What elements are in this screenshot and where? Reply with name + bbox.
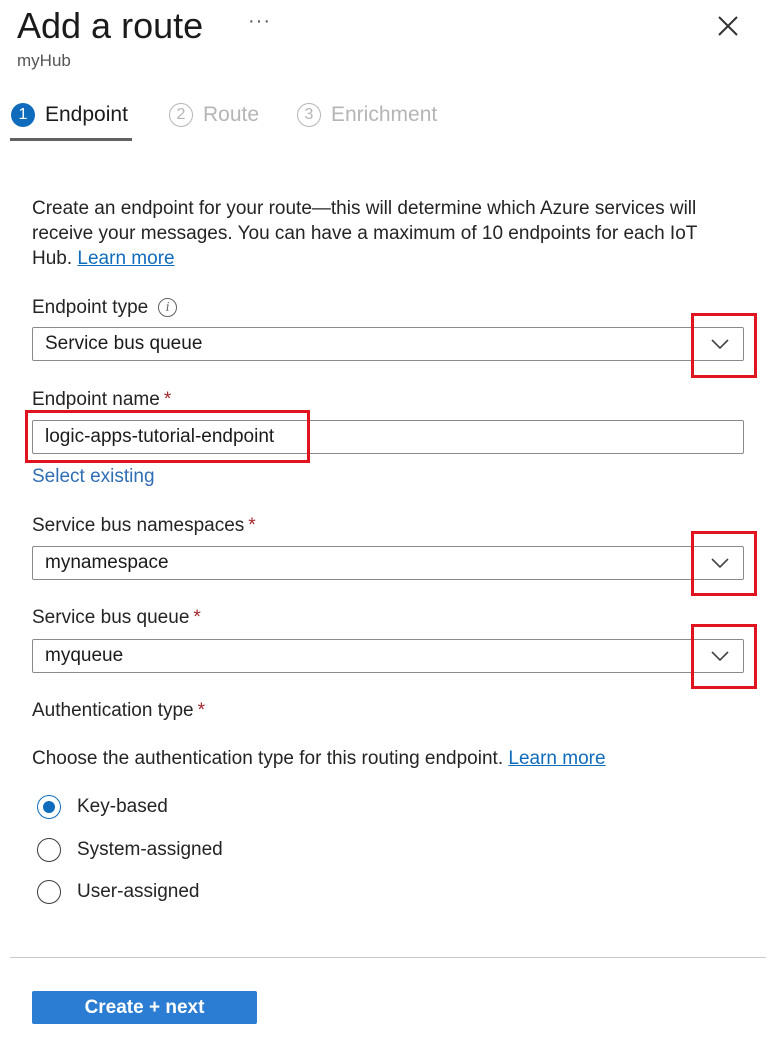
info-icon[interactable]: i	[158, 298, 178, 317]
intro-description: Create an endpoint for your route—this w…	[32, 196, 732, 271]
endpoint-type-value: Service bus queue	[45, 333, 203, 354]
radio-dot	[43, 801, 55, 813]
active-tab-indicator	[10, 138, 132, 141]
endpoint-type-label: Endpoint type i	[32, 297, 178, 319]
chevron-down-icon	[711, 651, 729, 662]
footer-divider	[10, 957, 766, 958]
radio-label: User-assigned	[77, 881, 200, 902]
chevron-down-icon	[711, 558, 729, 569]
required-marker: *	[197, 700, 206, 721]
auth-type-label: Authentication type *	[32, 700, 205, 722]
endpoint-type-dropdown[interactable]: Service bus queue	[32, 327, 744, 361]
radio-circle[interactable]	[37, 838, 61, 862]
radio-circle[interactable]	[37, 795, 61, 819]
namespaces-label-text: Service bus namespaces	[32, 515, 245, 536]
endpoint-type-label-text: Endpoint type	[32, 297, 149, 318]
tab-enrichment[interactable]: 3 Enrichment	[297, 100, 437, 130]
queue-label-text: Service bus queue	[32, 607, 190, 628]
tab-route[interactable]: 2 Route	[169, 100, 259, 130]
learn-more-link[interactable]: Learn more	[77, 248, 174, 269]
step-label: Route	[203, 103, 260, 126]
more-options-icon[interactable]: ···	[248, 10, 271, 33]
step-number: 1	[11, 103, 35, 127]
tab-endpoint[interactable]: 1 Endpoint	[11, 100, 128, 130]
step-label: Enrichment	[331, 103, 438, 126]
radio-user-assigned[interactable]: User-assigned	[37, 880, 200, 904]
auth-description-text: Choose the authentication type for this …	[32, 748, 504, 769]
chevron-down-icon	[711, 339, 729, 350]
radio-label: Key-based	[77, 796, 168, 817]
step-number: 2	[169, 103, 193, 127]
auth-type-label-text: Authentication type	[32, 700, 194, 721]
page-title: Add a route	[17, 5, 204, 46]
endpoint-name-value: logic-apps-tutorial-endpoint	[45, 426, 275, 447]
create-next-button[interactable]: Create + next	[32, 991, 257, 1024]
required-marker: *	[163, 389, 172, 410]
required-marker: *	[248, 515, 256, 536]
auth-description: Choose the authentication type for this …	[32, 748, 606, 770]
close-icon[interactable]	[716, 14, 740, 38]
select-existing-link[interactable]: Select existing	[32, 466, 155, 488]
hub-name: myHub	[17, 51, 71, 70]
radio-circle[interactable]	[37, 880, 61, 904]
radio-label: System-assigned	[77, 839, 223, 860]
radio-system-assigned[interactable]: System-assigned	[37, 838, 223, 862]
auth-learn-more-link[interactable]: Learn more	[508, 748, 605, 769]
step-number: 3	[297, 103, 321, 127]
queue-dropdown[interactable]: myqueue	[32, 639, 744, 673]
queue-value: myqueue	[45, 645, 124, 666]
step-label: Endpoint	[45, 103, 128, 126]
queue-label: Service bus queue *	[32, 607, 201, 629]
endpoint-name-input[interactable]: logic-apps-tutorial-endpoint	[32, 420, 744, 454]
namespaces-value: mynamespace	[45, 552, 169, 573]
radio-key-based[interactable]: Key-based	[37, 795, 168, 819]
namespaces-dropdown[interactable]: mynamespace	[32, 546, 744, 580]
endpoint-name-label-text: Endpoint name	[32, 389, 160, 410]
namespaces-label: Service bus namespaces *	[32, 515, 256, 537]
required-marker: *	[193, 607, 201, 628]
endpoint-name-label: Endpoint name *	[32, 389, 171, 411]
